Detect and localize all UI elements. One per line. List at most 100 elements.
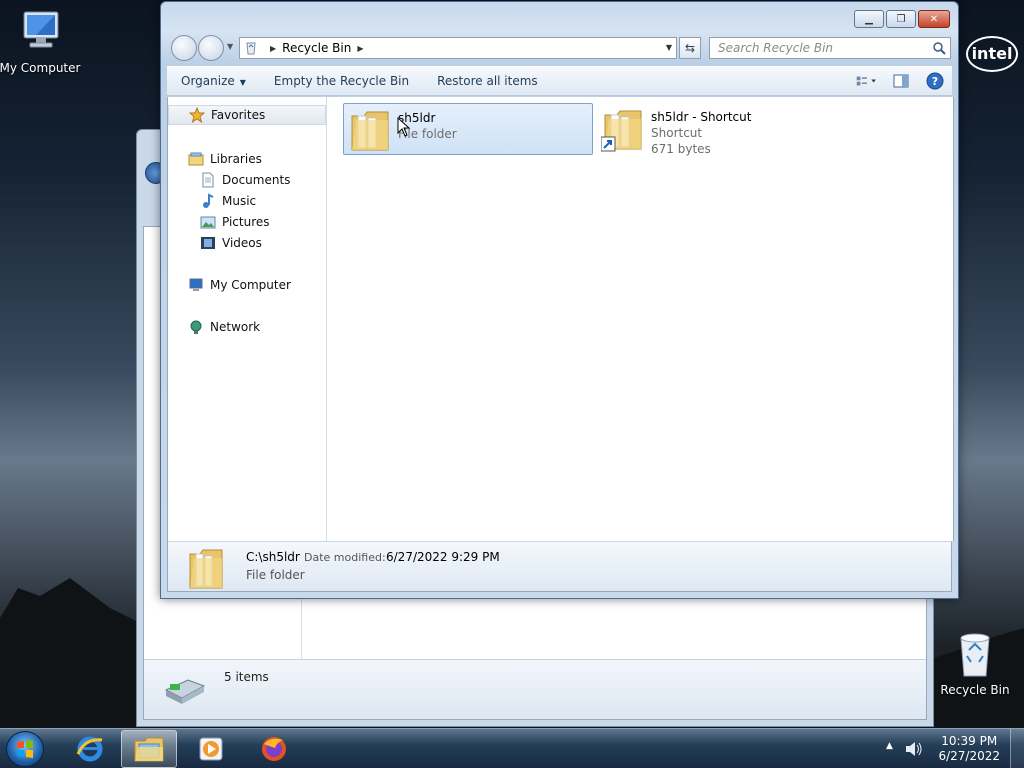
- nav-item-my-computer[interactable]: My Computer: [188, 275, 291, 295]
- refresh-icon: ⇆: [684, 41, 696, 55]
- nav-item-documents[interactable]: Documents: [200, 170, 290, 190]
- selected-item-type: File folder: [246, 568, 305, 582]
- taskbar-windows-explorer[interactable]: [121, 730, 177, 768]
- svg-text:?: ?: [932, 75, 938, 88]
- preview-pane-button[interactable]: [890, 70, 912, 92]
- view-options-icon: [856, 76, 876, 86]
- navigation-pane: Favorites Libraries Documents Music Pict…: [167, 97, 327, 541]
- nav-label: Music: [222, 194, 257, 208]
- close-button[interactable]: ✕: [918, 10, 950, 28]
- nav-label: Pictures: [222, 215, 270, 229]
- clock-date: 6/27/2022: [938, 749, 1000, 763]
- clock[interactable]: 10:39 PM 6/27/2022: [938, 734, 1000, 764]
- caption-buttons: ▁ ❐ ✕: [854, 10, 950, 28]
- selected-item-path: C:\sh5ldr: [246, 550, 300, 564]
- help-icon: ?: [926, 72, 944, 90]
- windows-logo-icon: [17, 740, 33, 758]
- pictures-icon: [200, 216, 216, 229]
- organize-label: Organize: [181, 74, 235, 88]
- breadcrumb-arrow-icon[interactable]: ▶: [270, 44, 276, 53]
- details-pane: C:\sh5ldr Date modified: 6/27/2022 9:29 …: [167, 541, 952, 592]
- file-item[interactable]: sh5ldr - Shortcut Shortcut 671 bytes: [597, 103, 847, 157]
- taskbar: ▲ 10:39 PM 6/27/2022: [0, 728, 1024, 768]
- close-icon: ✕: [929, 13, 939, 25]
- minimize-icon: ▁: [865, 13, 873, 25]
- nav-label: Libraries: [210, 152, 262, 166]
- nav-label: Videos: [222, 236, 262, 250]
- search-icon[interactable]: [932, 41, 946, 55]
- volume-icon[interactable]: [904, 740, 924, 758]
- nav-item-libraries[interactable]: Libraries: [188, 149, 262, 169]
- music-icon: [203, 193, 214, 208]
- videos-icon: [201, 237, 215, 249]
- nav-item-videos[interactable]: Videos: [200, 233, 262, 253]
- file-item[interactable]: sh5ldr File folder: [343, 103, 593, 155]
- taskbar-media-player[interactable]: [183, 730, 239, 768]
- recycle-bin-icon: [960, 633, 990, 677]
- windows-explorer-icon: [134, 737, 164, 762]
- nav-item-pictures[interactable]: Pictures: [200, 212, 270, 232]
- item-count: 5 items: [224, 670, 269, 684]
- recycle-bin-small-icon: [246, 42, 256, 55]
- computer-icon: [23, 11, 59, 48]
- breadcrumb-recycle-bin[interactable]: Recycle Bin: [282, 41, 351, 55]
- intel-logo: intel: [966, 36, 1018, 72]
- show-desktop-button[interactable]: [1010, 729, 1024, 768]
- organize-button[interactable]: Organize ▼: [167, 74, 260, 88]
- background-status-bar: 5 items: [144, 659, 926, 719]
- empty-recycle-bin-button[interactable]: Empty the Recycle Bin: [260, 74, 423, 88]
- taskbar-internet-explorer[interactable]: [62, 730, 118, 768]
- internet-explorer-icon: [76, 736, 103, 762]
- view-controls: ?: [856, 70, 946, 92]
- documents-icon: [202, 172, 214, 188]
- drive-icon: [164, 679, 206, 704]
- nav-label: My Computer: [210, 278, 291, 292]
- start-button[interactable]: [6, 731, 44, 767]
- nav-label: Documents: [222, 173, 291, 187]
- address-bar[interactable]: ▶ Recycle Bin ▶ ▼: [239, 37, 677, 59]
- command-bar: Organize ▼ Empty the Recycle Bin Restore …: [167, 66, 952, 96]
- firefox-icon: [262, 737, 286, 761]
- nav-item-music[interactable]: Music: [200, 191, 256, 211]
- refresh-button[interactable]: ⇆: [679, 37, 701, 59]
- libraries-icon: [188, 152, 204, 166]
- clock-time: 10:39 PM: [941, 734, 998, 748]
- desktop-icon-recycle-bin[interactable]: Recycle Bin: [933, 632, 1017, 697]
- search-box[interactable]: [709, 37, 951, 59]
- file-type: Shortcut: [651, 126, 703, 140]
- change-view-button[interactable]: [856, 70, 878, 92]
- show-hidden-icons-button[interactable]: ▲: [886, 741, 893, 751]
- file-name: sh5ldr - Shortcut: [651, 110, 752, 124]
- shortcut-folder-icon: [601, 110, 642, 152]
- desktop-icon-label: Recycle Bin: [940, 683, 1010, 697]
- file-list: sh5ldr File folder sh5ldr - Shortcut Sho…: [327, 97, 954, 541]
- maximize-button[interactable]: ❐: [886, 10, 916, 28]
- recycle-bin-window[interactable]: ▁ ❐ ✕ ▼ ▶ Recycle Bin ▶ ▼ ⇆ Organize ▼ Em…: [160, 1, 959, 599]
- date-modified-value: 6/27/2022 9:29 PM: [386, 550, 500, 564]
- recent-pages-icon[interactable]: ▼: [227, 42, 233, 51]
- file-item-text: sh5ldr - Shortcut Shortcut 671 bytes: [651, 103, 751, 157]
- desktop-icon-my-computer[interactable]: My Computer: [0, 8, 82, 75]
- restore-all-items-button[interactable]: Restore all items: [423, 74, 552, 88]
- folder-icon: [189, 549, 223, 589]
- folder-icon: [351, 111, 389, 151]
- preview-pane-icon: [893, 74, 909, 88]
- nav-item-favorites[interactable]: Favorites: [168, 105, 326, 125]
- address-dropdown-icon[interactable]: ▼: [666, 43, 672, 52]
- chevron-down-icon: ▼: [239, 78, 246, 87]
- media-player-icon: [199, 737, 223, 761]
- minimize-button[interactable]: ▁: [854, 10, 884, 28]
- nav-item-network[interactable]: Network: [188, 317, 260, 337]
- forward-button[interactable]: [198, 35, 224, 61]
- file-size: 671 bytes: [651, 142, 711, 156]
- taskbar-firefox[interactable]: [246, 730, 302, 768]
- restore-icon: ❐: [896, 13, 906, 25]
- network-icon: [190, 320, 202, 334]
- back-button[interactable]: [171, 35, 197, 61]
- breadcrumb-arrow-icon[interactable]: ▶: [357, 44, 363, 53]
- date-modified-label: Date modified:: [304, 551, 386, 564]
- search-input[interactable]: [718, 41, 924, 55]
- help-button[interactable]: ?: [924, 70, 946, 92]
- computer-small-icon: [189, 278, 203, 291]
- star-icon: [189, 107, 205, 123]
